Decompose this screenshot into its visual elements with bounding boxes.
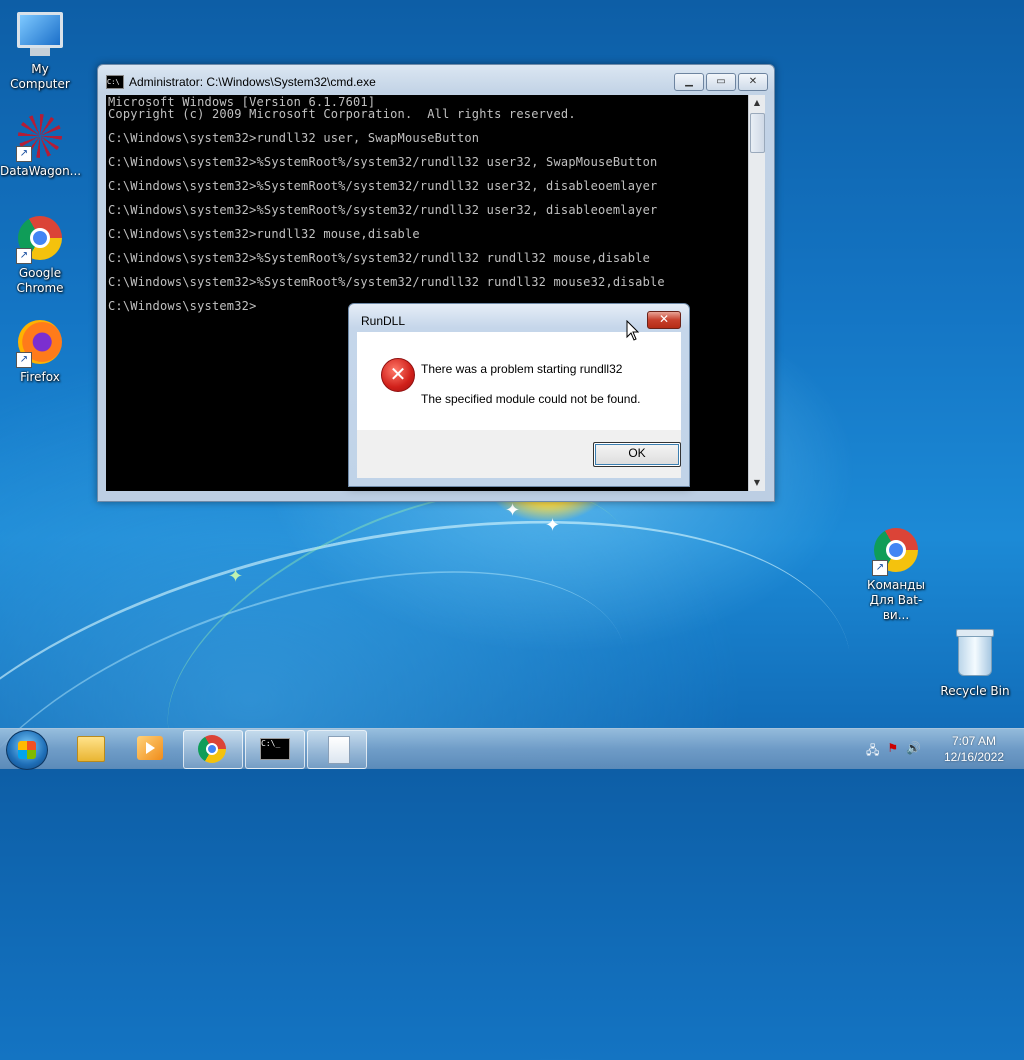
desktop-icon-label: Команды Для Bat-ви... [867,578,925,622]
taskbar-cmd[interactable]: C:\_ [245,730,305,769]
wallpaper-sparkle: ✦ [505,500,521,521]
firefox-icon: ↗ [16,320,64,368]
shortcut-arrow-icon: ↗ [16,248,32,264]
scroll-down-icon[interactable]: ▼ [749,475,765,491]
taskbar-chrome[interactable] [183,730,243,769]
error-message-detail: The specified module could not be found. [421,392,641,406]
cmd-icon: C:\ [106,75,124,89]
shortcut-arrow-icon: ↗ [872,560,888,576]
chrome-icon: ↗ [16,216,64,264]
ok-button[interactable]: OK [593,442,681,467]
clock-date: 12/16/2022 [943,750,1005,764]
network-icon[interactable]: 🖧 [866,741,879,762]
mouse-cursor-icon [626,320,640,341]
taskbar-media-player[interactable] [120,730,178,767]
dialog-title: RunDLL [361,314,406,328]
dialog-close-button[interactable]: ✕ [647,311,681,329]
chrome-icon [198,735,226,763]
system-tray: 🖧 ⚑ 🔊 [866,741,921,762]
desktop-icon-label: DataWagon... [0,164,82,178]
wallpaper-sparkle: ✦ [545,515,561,536]
start-button[interactable] [6,730,48,770]
dialog-content: ✕ There was a problem starting rundll32 … [357,332,681,430]
chrome-icon: ↗ [872,528,920,576]
desktop-icon-label: My Computer [10,62,70,91]
file-icon [328,736,350,764]
maximize-button[interactable]: ▭ [706,73,736,91]
cmd-titlebar[interactable]: C:\ Administrator: C:\Windows\System32\c… [106,73,376,91]
minimize-icon: ▁ [685,76,693,87]
maximize-icon: ▭ [716,76,726,87]
close-icon: ✕ [658,312,670,326]
desktop-icon-firefox[interactable]: ↗ Firefox [0,318,80,385]
wallpaper-sparkle: ✦ [228,566,244,587]
minimize-button[interactable]: ▁ [674,73,704,91]
taskbar: C:\_ 🖧 ⚑ 🔊 7:07 AM 12/16/2022 [0,728,1024,770]
close-button[interactable]: ✕ [738,73,768,91]
cmd-title: Administrator: C:\Windows\System32\cmd.e… [129,75,376,89]
window-controls: ▁ ▭ ✕ [674,73,768,91]
close-icon: ✕ [748,76,758,87]
folder-icon [77,736,105,762]
error-message-title: There was a problem starting rundll32 [421,362,623,376]
taskbar-explorer[interactable] [60,730,118,767]
taskbar-rundll[interactable] [307,730,367,769]
volume-icon[interactable]: 🔊 [906,741,921,762]
shortcut-arrow-icon: ↗ [16,146,32,162]
desktop-icon-my-computer[interactable]: My Computer [0,8,80,92]
media-player-icon [137,736,163,760]
shortcut-arrow-icon: ↗ [16,352,32,368]
recycle-bin-icon [951,629,999,682]
vertical-scrollbar[interactable]: ▲ ▼ [748,95,765,491]
desktop-icon-label: Google Chrome [16,266,64,295]
desktop-icon-google-chrome[interactable]: ↗ Google Chrome [0,214,80,296]
dialog-footer: OK [357,430,681,478]
desktop-icon-datawagon[interactable]: ↗ DataWagon... [0,112,82,179]
datawagon-icon: ↗ [16,114,64,162]
error-icon: ✕ [381,358,415,392]
cmd-icon: C:\_ [260,738,290,760]
scroll-up-icon[interactable]: ▲ [749,95,765,111]
scroll-thumb[interactable] [750,113,765,153]
clock[interactable]: 7:07 AM 12/16/2022 [932,733,1016,765]
console-text: Microsoft Windows [Version 6.1.7601] Cop… [108,95,665,313]
desktop-icon-recycle-bin[interactable]: Recycle Bin [935,629,1015,699]
desktop-icon-label: Firefox [20,370,60,384]
clock-time: 7:07 AM [951,734,997,748]
computer-icon [16,12,64,60]
action-center-icon[interactable]: ⚑ [887,741,898,762]
desktop-icon-bat-commands[interactable]: ↗ Команды Для Bat-ви... [856,526,936,623]
desktop-icon-label: Recycle Bin [940,684,1010,698]
